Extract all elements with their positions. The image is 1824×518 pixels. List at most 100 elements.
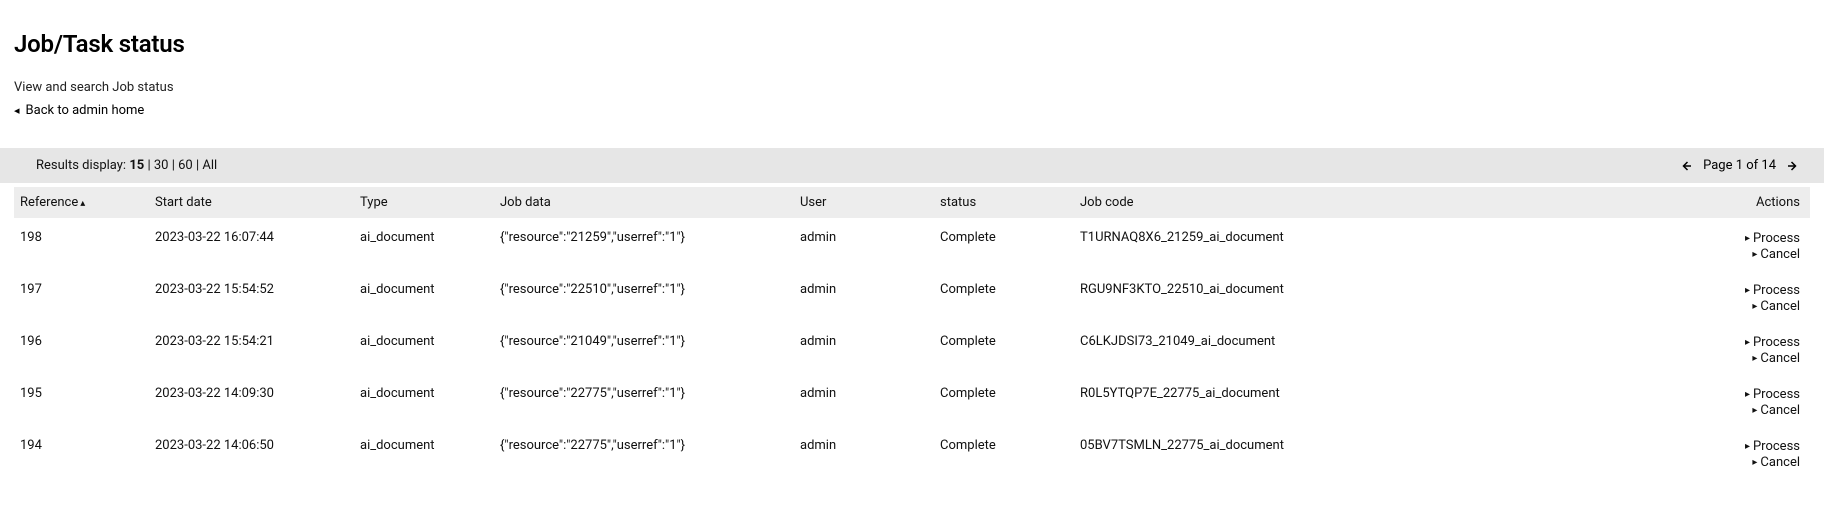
cell-start-date: 2023-03-22 14:09:30: [149, 378, 354, 426]
table-row: 1962023-03-22 15:54:21ai_document{"resou…: [14, 326, 1810, 374]
results-toolbar: Results display: 15 | 30 | 60 | All Page…: [0, 148, 1824, 183]
cell-actions: ▸Process▸Cancel: [1464, 222, 1810, 270]
col-header-status[interactable]: status: [934, 187, 1074, 218]
back-link-label: Back to admin home: [26, 103, 145, 118]
cell-type: ai_document: [354, 430, 494, 478]
cancel-label: Cancel: [1760, 299, 1800, 314]
cell-actions: ▸Process▸Cancel: [1464, 378, 1810, 426]
sort-asc-icon: ▴: [80, 198, 85, 209]
col-header-start-date[interactable]: Start date: [149, 187, 354, 218]
cell-job-code: R0L5YTQP7E_22775_ai_document: [1074, 378, 1464, 426]
table-row: 1972023-03-22 15:54:52ai_document{"resou…: [14, 274, 1810, 322]
caret-right-icon: ▸: [1752, 353, 1757, 364]
table-row: 1982023-03-22 16:07:44ai_document{"resou…: [14, 222, 1810, 270]
cell-type: ai_document: [354, 222, 494, 270]
next-page-button[interactable]: [1786, 159, 1800, 173]
results-display: Results display: 15 | 30 | 60 | All: [36, 158, 217, 173]
col-header-job-code[interactable]: Job code: [1074, 187, 1464, 218]
cell-status: Complete: [934, 430, 1074, 478]
process-action[interactable]: ▸Process: [1745, 387, 1800, 402]
cell-job-data: {"resource":"22510","userref":"1"}: [494, 274, 794, 322]
arrow-right-icon: [1787, 160, 1799, 172]
cancel-action[interactable]: ▸Cancel: [1752, 247, 1800, 262]
process-action[interactable]: ▸Process: [1745, 231, 1800, 246]
table-row: 1942023-03-22 14:06:50ai_document{"resou…: [14, 430, 1810, 478]
cell-type: ai_document: [354, 378, 494, 426]
cell-type: ai_document: [354, 326, 494, 374]
cell-start-date: 2023-03-22 15:54:52: [149, 274, 354, 322]
cancel-action[interactable]: ▸Cancel: [1752, 351, 1800, 366]
cell-reference: 196: [14, 326, 149, 374]
caret-right-icon: ▸: [1752, 301, 1757, 312]
cell-job-data: {"resource":"22775","userref":"1"}: [494, 430, 794, 478]
process-label: Process: [1753, 283, 1800, 298]
process-label: Process: [1753, 335, 1800, 350]
table-row: 1952023-03-22 14:09:30ai_document{"resou…: [14, 378, 1810, 426]
cell-user: admin: [794, 378, 934, 426]
cell-start-date: 2023-03-22 15:54:21: [149, 326, 354, 374]
cell-job-code: T1URNAQ8X6_21259_ai_document: [1074, 222, 1464, 270]
cancel-label: Cancel: [1760, 403, 1800, 418]
cell-reference: 198: [14, 222, 149, 270]
process-action[interactable]: ▸Process: [1745, 439, 1800, 454]
col-header-type[interactable]: Type: [354, 187, 494, 218]
caret-right-icon: ▸: [1752, 457, 1757, 468]
col-header-actions: Actions: [1464, 187, 1810, 218]
cell-user: admin: [794, 274, 934, 322]
caret-right-icon: ▸: [1745, 441, 1750, 452]
cancel-action[interactable]: ▸Cancel: [1752, 455, 1800, 470]
caret-left-icon: ◂: [14, 104, 20, 117]
cell-job-code: C6LKJDSI73_21049_ai_document: [1074, 326, 1464, 374]
caret-right-icon: ▸: [1752, 249, 1757, 260]
cell-actions: ▸Process▸Cancel: [1464, 274, 1810, 322]
process-action[interactable]: ▸Process: [1745, 283, 1800, 298]
cell-job-data: {"resource":"22775","userref":"1"}: [494, 378, 794, 426]
cancel-label: Cancel: [1760, 247, 1800, 262]
col-header-job-data[interactable]: Job data: [494, 187, 794, 218]
page-title: Job/Task status: [14, 30, 1810, 58]
cell-type: ai_document: [354, 274, 494, 322]
cancel-action[interactable]: ▸Cancel: [1752, 299, 1800, 314]
results-option-15[interactable]: 15: [129, 158, 144, 173]
caret-right-icon: ▸: [1745, 233, 1750, 244]
caret-right-icon: ▸: [1752, 405, 1757, 416]
job-status-table: Reference▴ Start date Type Job data User…: [14, 183, 1810, 482]
col-header-reference-label: Reference: [20, 195, 78, 210]
col-header-reference[interactable]: Reference▴: [14, 187, 149, 218]
cell-user: admin: [794, 222, 934, 270]
page-subtitle: View and search Job status: [14, 80, 1810, 95]
cancel-label: Cancel: [1760, 455, 1800, 470]
results-option-60[interactable]: 60: [178, 158, 193, 173]
col-header-user[interactable]: User: [794, 187, 934, 218]
cell-status: Complete: [934, 222, 1074, 270]
cell-job-data: {"resource":"21049","userref":"1"}: [494, 326, 794, 374]
table-header-row: Reference▴ Start date Type Job data User…: [14, 187, 1810, 218]
cell-reference: 194: [14, 430, 149, 478]
results-display-label: Results display:: [36, 158, 126, 173]
cell-user: admin: [794, 326, 934, 374]
page-indicator: Page 1 of 14: [1703, 158, 1776, 173]
cell-actions: ▸Process▸Cancel: [1464, 430, 1810, 478]
cell-actions: ▸Process▸Cancel: [1464, 326, 1810, 374]
prev-page-button[interactable]: [1679, 159, 1693, 173]
cancel-label: Cancel: [1760, 351, 1800, 366]
results-option-30[interactable]: 30: [154, 158, 169, 173]
cell-job-data: {"resource":"21259","userref":"1"}: [494, 222, 794, 270]
results-option-all[interactable]: All: [202, 158, 217, 173]
cell-start-date: 2023-03-22 16:07:44: [149, 222, 354, 270]
caret-right-icon: ▸: [1745, 337, 1750, 348]
cancel-action[interactable]: ▸Cancel: [1752, 403, 1800, 418]
back-to-admin-link[interactable]: ◂ Back to admin home: [14, 103, 144, 118]
process-label: Process: [1753, 439, 1800, 454]
cell-job-code: RGU9NF3KTO_22510_ai_document: [1074, 274, 1464, 322]
cell-status: Complete: [934, 274, 1074, 322]
pager: Page 1 of 14: [1679, 158, 1800, 173]
process-action[interactable]: ▸Process: [1745, 335, 1800, 350]
cell-status: Complete: [934, 326, 1074, 374]
caret-right-icon: ▸: [1745, 285, 1750, 296]
arrow-left-icon: [1680, 160, 1692, 172]
cell-user: admin: [794, 430, 934, 478]
cell-job-code: 05BV7TSMLN_22775_ai_document: [1074, 430, 1464, 478]
cell-reference: 195: [14, 378, 149, 426]
cell-status: Complete: [934, 378, 1074, 426]
